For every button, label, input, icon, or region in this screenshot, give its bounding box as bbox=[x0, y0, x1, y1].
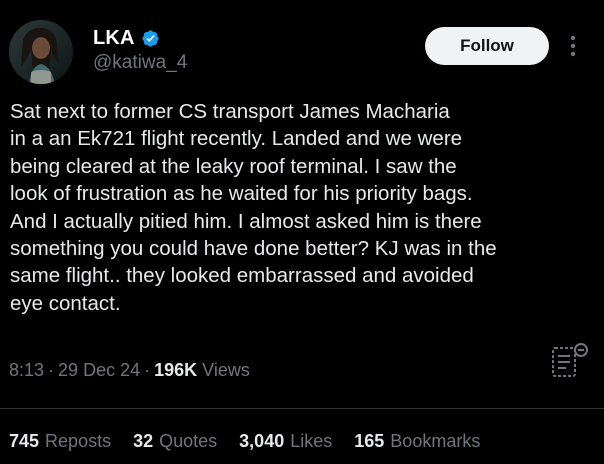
stat-label: Reposts bbox=[45, 431, 112, 451]
stat-quotes[interactable]: 32 Quotes bbox=[133, 431, 217, 452]
stat-count: 745 bbox=[9, 431, 40, 451]
author-name-row: LKA bbox=[93, 27, 160, 50]
stat-likes[interactable]: 3,040 Likes bbox=[239, 431, 332, 452]
avatar-image bbox=[9, 20, 73, 84]
meta-separator: · bbox=[144, 360, 151, 380]
stat-count: 165 bbox=[354, 431, 385, 451]
user-handle[interactable]: @katiwa_4 bbox=[93, 52, 187, 74]
stat-label: Bookmarks bbox=[390, 431, 481, 451]
verified-badge-icon bbox=[141, 29, 160, 48]
divider bbox=[0, 408, 604, 409]
meta-separator: · bbox=[48, 360, 55, 380]
tweet-date[interactable]: 29 Dec 24 bbox=[58, 360, 140, 381]
stat-label: Likes bbox=[290, 431, 333, 451]
stat-reposts[interactable]: 745 Reposts bbox=[9, 431, 111, 452]
stat-count: 3,040 bbox=[239, 431, 285, 451]
tweet-meta: 8:13 · 29 Dec 24 · 196K Views bbox=[9, 360, 250, 381]
avatar[interactable] bbox=[9, 20, 73, 84]
display-name[interactable]: LKA bbox=[93, 27, 135, 50]
tweet-text: Sat next to former CS transport James Ma… bbox=[10, 100, 497, 315]
stat-bookmarks[interactable]: 165 Bookmarks bbox=[354, 431, 480, 452]
stat-label: Quotes bbox=[159, 431, 218, 451]
more-dots-icon[interactable] bbox=[566, 33, 580, 59]
article-icon[interactable] bbox=[548, 340, 592, 380]
tweet-time[interactable]: 8:13 bbox=[9, 360, 44, 381]
views-label: Views bbox=[202, 360, 250, 380]
views-count: 196K bbox=[154, 360, 198, 380]
engagement-stats: 745 Reposts 32 Quotes 3,040 Likes 165 Bo… bbox=[9, 431, 502, 452]
follow-button[interactable]: Follow bbox=[425, 27, 549, 65]
stat-count: 32 bbox=[133, 431, 154, 451]
